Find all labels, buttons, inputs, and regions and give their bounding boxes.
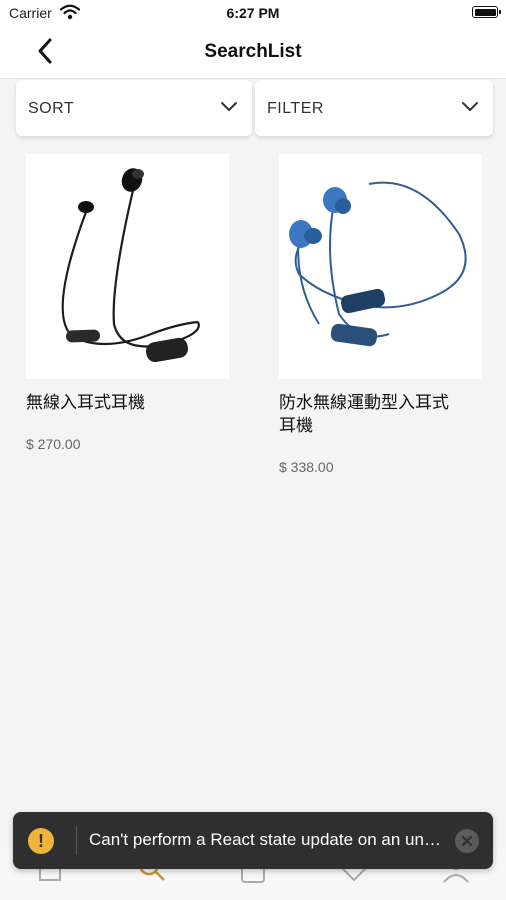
filter-dropdown[interactable]: FILTER [255, 80, 493, 136]
close-button[interactable] [455, 829, 479, 853]
status-time: 6:27 PM [226, 5, 280, 21]
warning-toast[interactable]: ! Can't perform a React state update on … [13, 812, 493, 869]
product-card[interactable]: 防水無線運動型入耳式耳機 $ 338.00 [279, 154, 482, 475]
product-card[interactable]: 無線入耳式耳機 $ 270.00 [26, 154, 229, 452]
navigation-bar: SearchList [0, 26, 506, 79]
status-bar: Carrier 6:27 PM [0, 0, 506, 26]
product-name: 防水無線運動型入耳式耳機 [279, 393, 449, 435]
sort-filter-bar: SORT FILTER [16, 80, 493, 136]
toast-divider [76, 826, 77, 855]
product-name: 無線入耳式耳機 [26, 393, 145, 412]
battery-icon [472, 6, 501, 18]
warning-icon: ! [28, 828, 54, 854]
filter-label: FILTER [267, 100, 324, 117]
product-image[interactable] [279, 154, 482, 379]
sort-label: SORT [28, 100, 75, 117]
chevron-down-icon [462, 102, 478, 111]
product-price: $ 338.00 [279, 459, 334, 475]
page-title: SearchList [204, 41, 302, 62]
chevron-down-icon [221, 102, 237, 111]
product-price: $ 270.00 [26, 436, 81, 452]
close-icon [461, 835, 473, 847]
sort-dropdown[interactable]: SORT [16, 80, 252, 136]
product-image[interactable] [26, 154, 229, 379]
toast-message: Can't perform a React state update on an… [89, 830, 455, 849]
